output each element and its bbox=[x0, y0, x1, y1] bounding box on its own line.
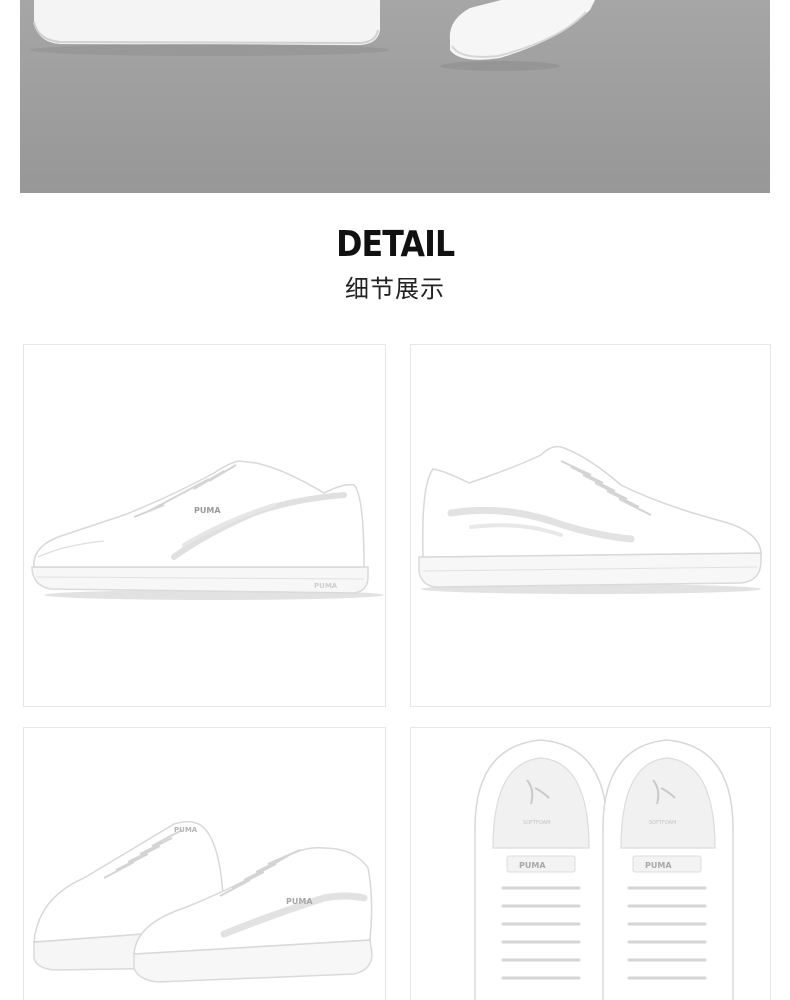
gallery-image-side-right bbox=[410, 344, 771, 707]
svg-text:PUMA: PUMA bbox=[314, 582, 338, 590]
sneaker-side-right-illustration bbox=[418, 445, 762, 594]
brand-logo-text: PUMA bbox=[286, 897, 313, 906]
sneaker-side-left-illustration: PUMA PUMA bbox=[31, 460, 384, 600]
svg-text:SOFTFOAM: SOFTFOAM bbox=[649, 820, 676, 826]
gallery-image-side-left: PUMA PUMA bbox=[23, 344, 386, 707]
svg-text:PUMA: PUMA bbox=[174, 826, 198, 834]
svg-text:PUMA: PUMA bbox=[519, 861, 546, 870]
section-heading: DETAIL 细节展示 bbox=[0, 222, 790, 306]
section-title-cn: 细节展示 bbox=[345, 275, 445, 303]
sneaker-pair-top-illustration: SOFTFOAM PUMA SOFTFOAM PUMA bbox=[474, 739, 734, 1000]
hero-shoes-illustration bbox=[20, 0, 770, 193]
section-title-en: DETAIL bbox=[335, 224, 455, 265]
hero-lifestyle-image bbox=[20, 0, 770, 193]
sneaker-pair-angled-illustration: PUMA PUMA bbox=[33, 821, 373, 983]
gallery-image-pair-top: SOFTFOAM PUMA SOFTFOAM PUMA bbox=[410, 727, 771, 1000]
brand-logo-text: PUMA bbox=[645, 861, 672, 870]
gallery-image-pair-angled: PUMA PUMA bbox=[23, 727, 386, 1000]
svg-text:SOFTFOAM: SOFTFOAM bbox=[523, 820, 550, 826]
brand-logo-text: PUMA bbox=[194, 506, 221, 515]
